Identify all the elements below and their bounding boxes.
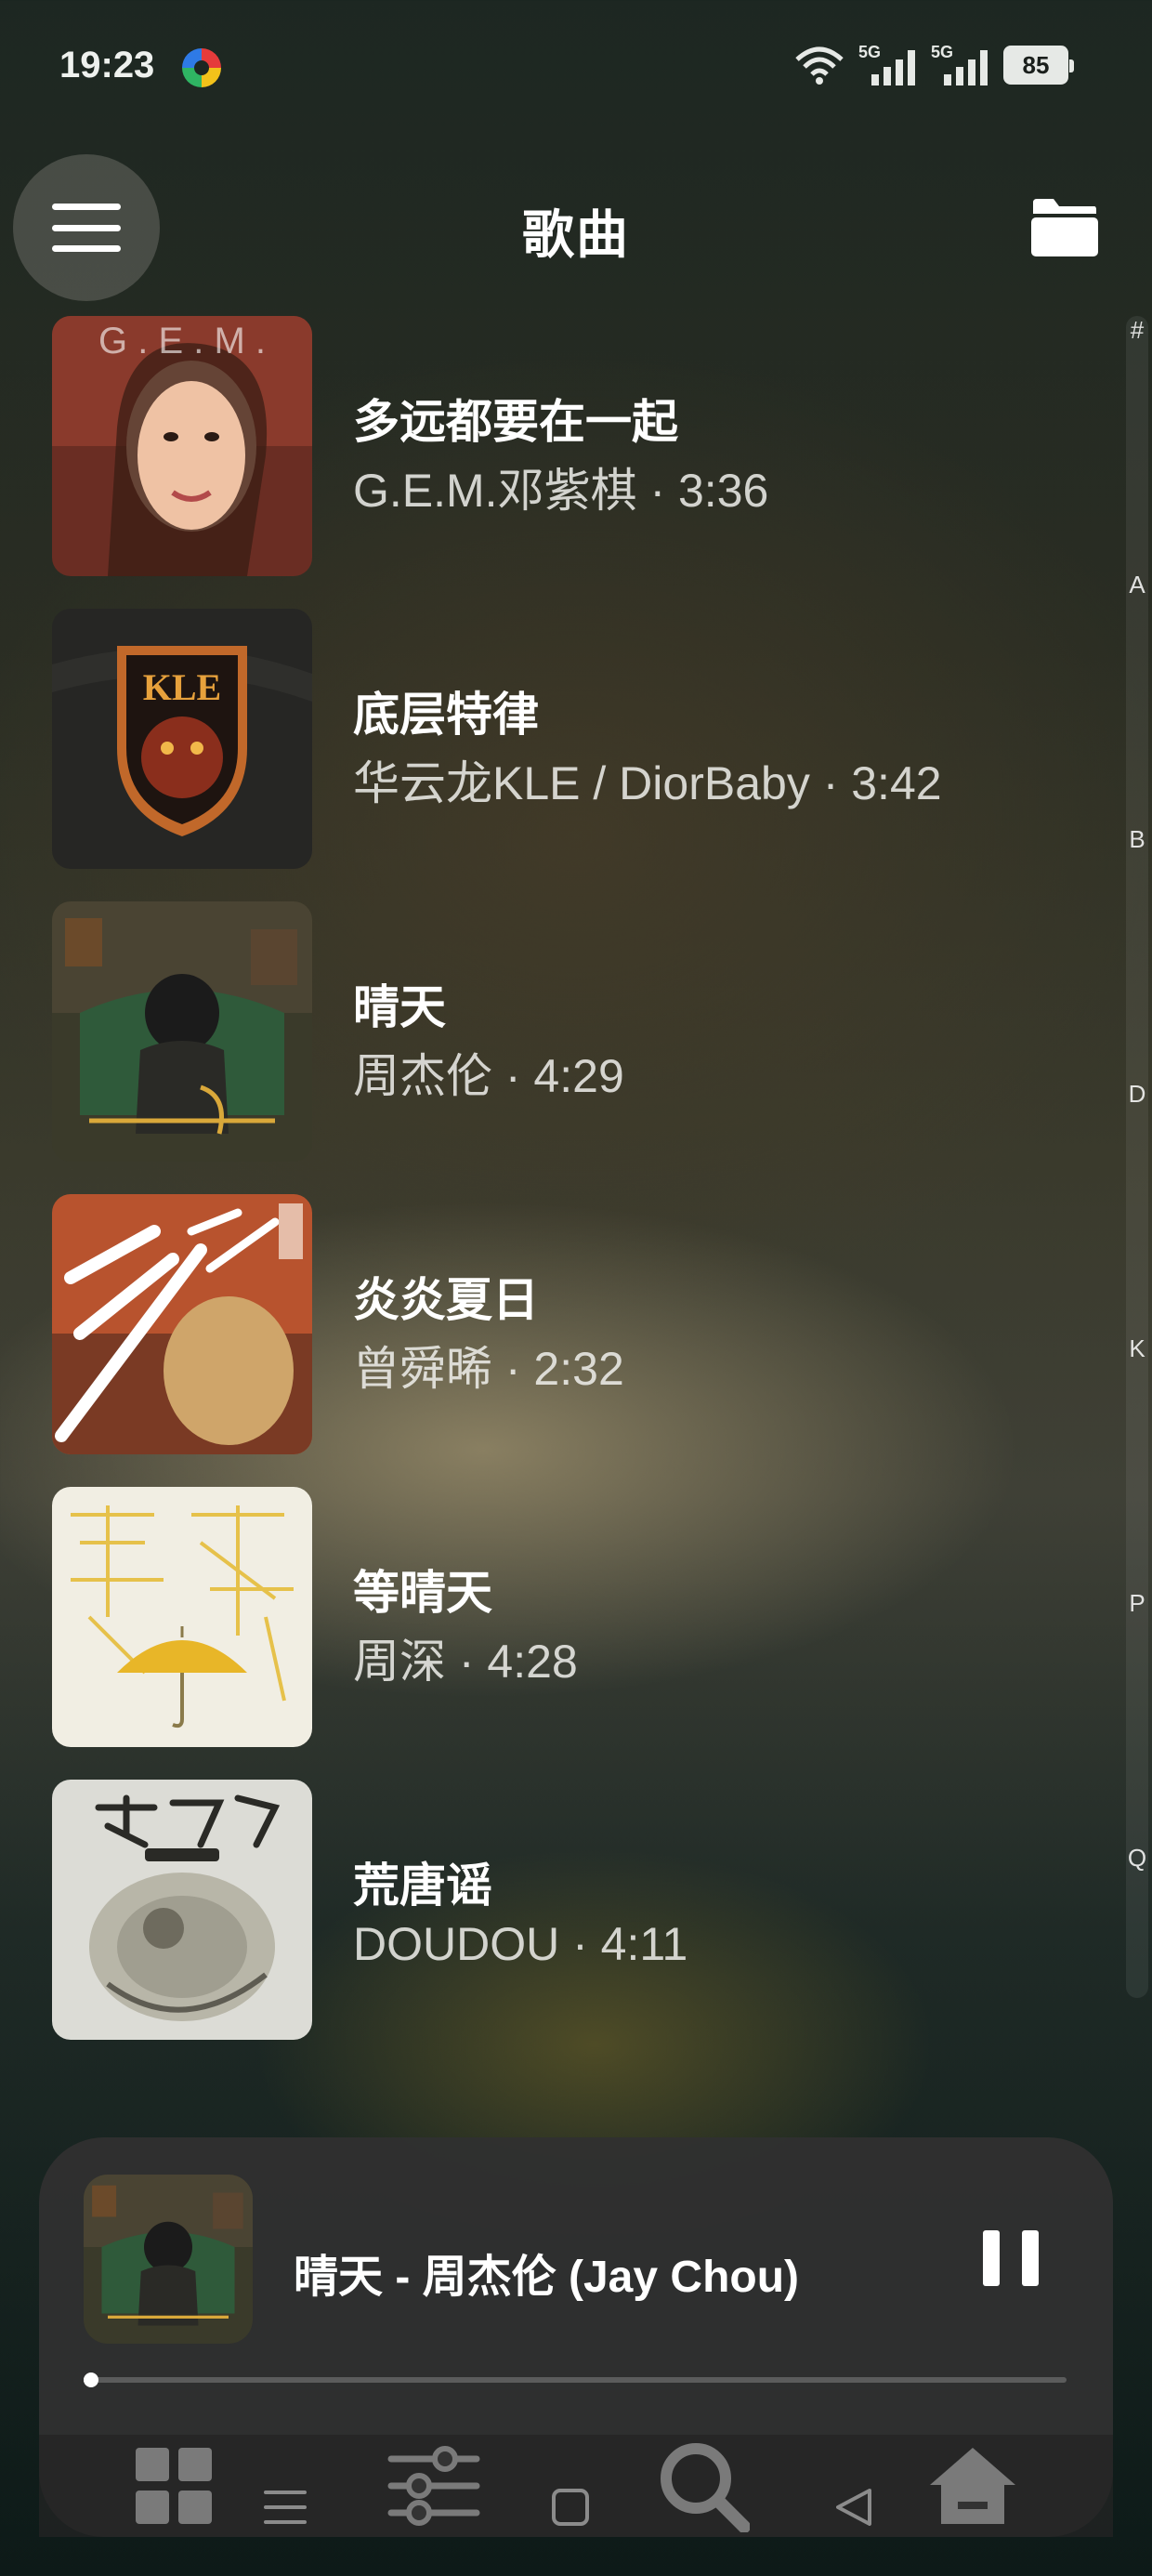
battery-indicator: 85 [1003,46,1074,85]
song-title: 多远都要在一起 [353,396,678,448]
album-art: KLE [52,609,312,869]
song-list: G . E . M . 多远都要在一起 G.E.M.邓紫棋 · 3:36 KLE… [52,316,1074,2072]
album-art-text: G . E . M . [98,321,266,361]
pause-button[interactable] [983,2230,1039,2297]
album-art [52,1780,312,2040]
song-list-item[interactable]: 等晴天 周深 · 4:28 [52,1487,1074,1780]
index-letter[interactable]: B [1119,825,1152,854]
library-tab[interactable] [123,2435,225,2537]
index-letter[interactable]: D [1119,1080,1152,1109]
index-letter[interactable]: P [1119,1589,1152,1618]
wifi-icon [795,46,844,85]
song-artist-duration: DOUDOU · 4:11 [353,1918,688,1970]
status-bar: 19:23 5G 5G 85 [0,0,1152,139]
search-icon [661,2443,750,2532]
song-title: 晴天 [353,981,446,1033]
song-title: 荒唐谣 [353,1860,492,1912]
song-artist-duration: 周深 · 4:28 [353,1636,578,1688]
grid-icon [136,2448,212,2524]
album-art [52,1194,312,1454]
index-letter[interactable]: # [1119,316,1152,345]
equalizer-tab[interactable] [383,2435,485,2537]
song-list-item[interactable]: 荒唐谣 DOUDOU · 4:11 [52,1780,1074,2072]
song-artist-duration: G.E.M.邓紫棋 · 3:36 [353,465,769,517]
home-tab[interactable] [922,2435,1024,2537]
now-playing-album-art [84,2175,253,2344]
song-list-item[interactable]: 炎炎夏日 曾舜晞 · 2:32 [52,1194,1074,1487]
song-title: 底层特律 [353,689,539,741]
song-title: 等晴天 [353,1567,492,1619]
page-title: 歌曲 [522,205,630,264]
home-icon [930,2448,1015,2524]
song-artist-duration: 华云龙KLE / DiorBaby · 3:42 [353,757,942,809]
status-indicators: 5G 5G 85 [793,43,1074,87]
song-title: 炎炎夏日 [353,1274,539,1326]
index-letter[interactable]: K [1119,1334,1152,1363]
search-tab[interactable] [652,2435,754,2537]
song-artist-duration: 曾舜晞 · 2:32 [353,1343,624,1395]
folder-button[interactable] [1029,195,1100,258]
app-notification-icon [182,48,221,87]
album-art [52,901,312,1162]
alphabet-track [1126,316,1148,1998]
folder-icon [1031,199,1098,256]
back-icon[interactable] [832,2485,873,2530]
cellular-signal-icon: 5G [931,43,990,87]
album-art [52,1487,312,1747]
album-art: G . E . M . [52,316,312,576]
playback-progress-handle[interactable] [84,2372,98,2387]
pause-icon [983,2230,1000,2286]
song-list-item[interactable]: G . E . M . 多远都要在一起 G.E.M.邓紫棋 · 3:36 [52,316,1074,609]
recent-apps-icon[interactable] [262,2487,308,2528]
status-time: 19:23 [59,45,155,85]
playback-progress-bar[interactable] [84,2372,1067,2387]
home-square-icon[interactable] [550,2487,591,2528]
song-list-item[interactable]: 晴天 周杰伦 · 4:29 [52,901,1074,1194]
now-playing-title: 晴天 - 周杰伦 (Jay Chou) [294,2253,800,2302]
equalizer-icon [387,2446,480,2526]
index-letter[interactable]: Q [1119,1844,1152,1873]
song-artist-duration: 周杰伦 · 4:29 [353,1050,624,1102]
alphabet-index[interactable]: # A B D K P Q [1119,316,1148,1998]
index-letter[interactable]: A [1119,571,1152,599]
song-list-item[interactable]: KLE 底层特律 华云龙KLE / DiorBaby · 3:42 [52,609,1074,901]
cellular-signal-icon: 5G [858,43,918,87]
album-art-text: KLE [143,666,221,708]
